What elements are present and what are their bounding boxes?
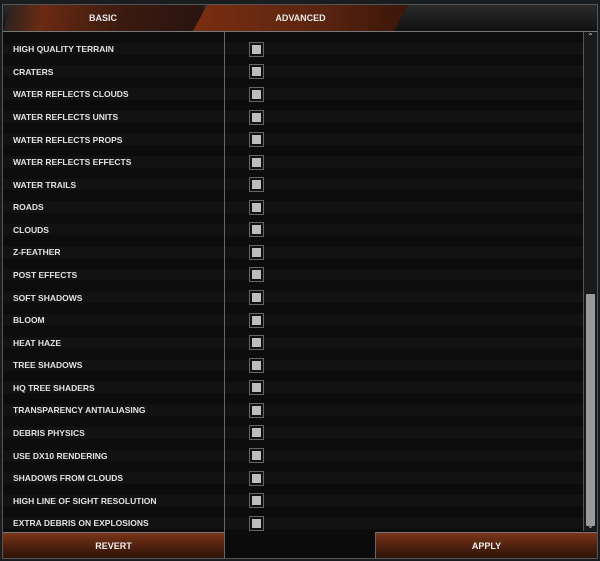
setting-checkbox[interactable]	[249, 132, 264, 148]
setting-label: EXTRA DEBRIS ON EXPLOSIONS	[13, 518, 149, 529]
setting-label: TREE SHADOWS	[13, 360, 83, 371]
setting-label: Z-FEATHER	[13, 247, 61, 258]
scroll-down-icon[interactable]: ⌄	[584, 521, 597, 531]
setting-label: DEBRIS PHYSICS	[13, 427, 85, 438]
setting-label: BLOOM	[13, 315, 45, 326]
settings-list: HIGH QUALITY TERRAIN CRATERS WATER REFLECT…	[3, 32, 583, 531]
setting-row: ROADS	[3, 196, 583, 219]
setting-checkbox[interactable]	[249, 199, 264, 215]
setting-row: WATER REFLECTS CLOUDS	[3, 83, 583, 106]
setting-checkbox[interactable]	[249, 335, 264, 351]
setting-row: TRANSPARENCY ANTIALIASING	[3, 399, 583, 422]
setting-checkbox[interactable]	[249, 448, 264, 464]
setting-row: DEBRIS PHYSICS	[3, 422, 583, 445]
scrollbar[interactable]: ⌃ ⌄	[583, 32, 597, 531]
setting-row: CLOUDS	[3, 219, 583, 242]
setting-row: WATER REFLECTS UNITS	[3, 106, 583, 129]
setting-label: HIGH QUALITY TERRAIN	[13, 44, 114, 55]
setting-label: HEAT HAZE	[13, 337, 62, 348]
setting-row: Z-FEATHER	[3, 241, 583, 264]
setting-row: WATER REFLECTS EFFECTS	[3, 151, 583, 174]
setting-row: HQ TREE SHADERS	[3, 377, 583, 400]
setting-label: USE DX10 RENDERING	[13, 450, 108, 461]
setting-checkbox[interactable]	[249, 64, 264, 80]
setting-checkbox[interactable]	[249, 86, 264, 102]
setting-label: WATER REFLECTS UNITS	[13, 112, 119, 122]
setting-checkbox[interactable]	[249, 470, 264, 486]
setting-label: HIGH LINE OF SIGHT RESOLUTION	[13, 495, 157, 506]
setting-row: WATER REFLECTS PROPS	[3, 128, 583, 151]
setting-row: WATER TRAILS	[3, 173, 583, 196]
setting-label: CLOUDS	[13, 224, 49, 235]
setting-checkbox[interactable]	[249, 402, 264, 418]
tab-bar: BASIC ADVANCED	[3, 5, 597, 32]
setting-checkbox[interactable]	[249, 222, 264, 238]
setting-label: TRANSPARENCY ANTIALIASING	[13, 405, 146, 416]
setting-checkbox[interactable]	[249, 357, 264, 373]
setting-label: WATER REFLECTS CLOUDS	[13, 89, 129, 100]
setting-label: CRATERS	[13, 66, 54, 77]
setting-checkbox[interactable]	[249, 493, 264, 509]
setting-row: HIGH QUALITY TERRAIN	[3, 38, 583, 61]
setting-label: POST EFFECTS	[13, 269, 78, 280]
setting-label: SHADOWS FROM CLOUDS	[13, 473, 124, 484]
setting-row: TREE SHADOWS	[3, 354, 583, 377]
setting-checkbox[interactable]	[249, 109, 264, 125]
scrollbar-thumb[interactable]	[586, 294, 595, 526]
setting-checkbox[interactable]	[249, 425, 264, 441]
setting-checkbox[interactable]	[249, 267, 264, 283]
setting-row: POST EFFECTS	[3, 264, 583, 287]
setting-label: WATER REFLECTS PROPS	[13, 134, 123, 145]
setting-label: SOFT SHADOWS	[13, 292, 83, 303]
setting-row: HEAT HAZE	[3, 331, 583, 354]
setting-row: USE DX10 RENDERING	[3, 444, 583, 467]
scroll-up-icon[interactable]: ⌃	[584, 32, 597, 42]
setting-label: HQ TREE SHADERS	[13, 382, 95, 393]
setting-label: WATER TRAILS	[13, 179, 77, 190]
setting-checkbox[interactable]	[249, 244, 264, 260]
tab-advanced[interactable]: ADVANCED	[193, 5, 408, 31]
setting-checkbox[interactable]	[249, 154, 264, 170]
setting-checkbox[interactable]	[249, 177, 264, 193]
setting-checkbox[interactable]	[249, 515, 264, 531]
setting-row: HIGH LINE OF SIGHT RESOLUTION	[3, 489, 583, 512]
setting-row: SHADOWS FROM CLOUDS	[3, 467, 583, 490]
column-divider	[224, 32, 225, 558]
revert-button[interactable]: REVERT	[3, 532, 224, 558]
setting-label: WATER REFLECTS EFFECTS	[13, 157, 132, 168]
tab-basic[interactable]: BASIC	[3, 5, 203, 31]
setting-checkbox[interactable]	[249, 290, 264, 306]
setting-checkbox[interactable]	[249, 41, 264, 57]
setting-row: SOFT SHADOWS	[3, 286, 583, 309]
settings-panel: BASIC ADVANCED HIGH QUALITY TERRAIN CRATE…	[2, 4, 598, 559]
apply-button[interactable]: APPLY	[375, 532, 597, 558]
setting-row: BLOOM	[3, 309, 583, 332]
setting-checkbox[interactable]	[249, 312, 264, 328]
setting-checkbox[interactable]	[249, 380, 264, 396]
setting-label: ROADS	[13, 202, 44, 213]
setting-row: CRATERS	[3, 61, 583, 84]
